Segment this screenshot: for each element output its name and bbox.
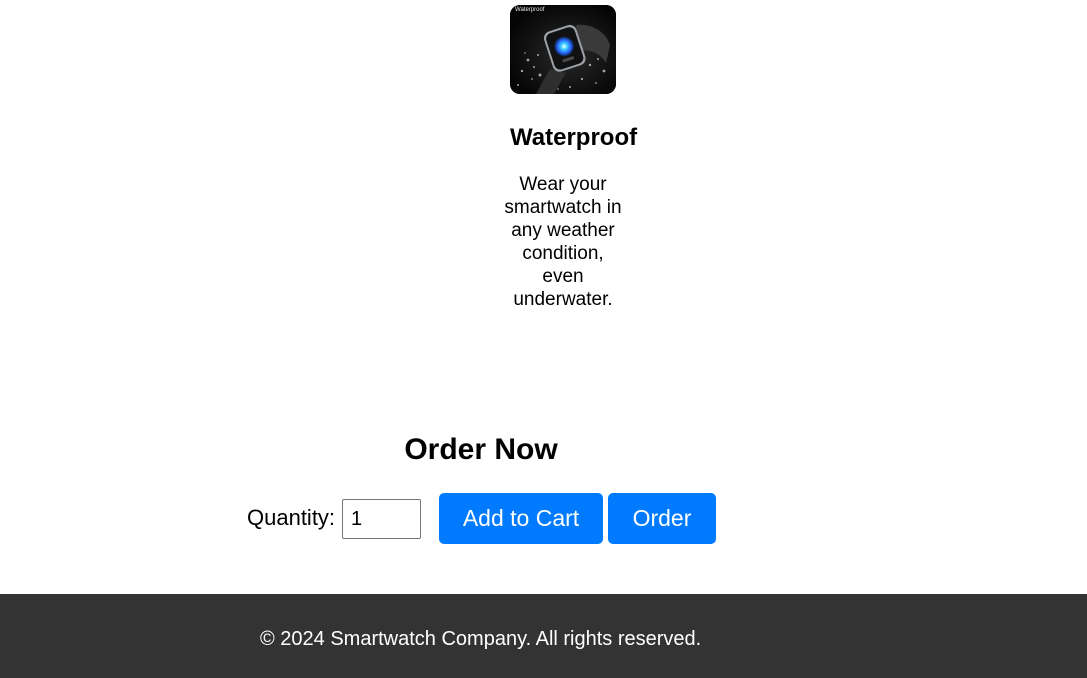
order-heading: Order Now xyxy=(404,433,558,466)
feature-title: Waterproof xyxy=(510,124,638,151)
add-to-cart-button[interactable]: Add to Cart xyxy=(439,493,603,544)
image-caption-text: Waterproof xyxy=(515,7,545,13)
order-button[interactable]: Order xyxy=(608,493,716,544)
quantity-label: Quantity: xyxy=(247,505,336,530)
footer: © 2024 Smartwatch Company. All rights re… xyxy=(0,594,1087,678)
footer-copyright: © 2024 Smartwatch Company. All rights re… xyxy=(260,628,702,650)
waterproof-product-image: Waterproof xyxy=(510,5,616,94)
page: Waterproof Waterproof Wear your smartwat… xyxy=(0,0,1087,678)
quantity-input[interactable] xyxy=(342,499,421,539)
feature-description: Wear your smartwatch in any weather cond… xyxy=(504,174,622,310)
